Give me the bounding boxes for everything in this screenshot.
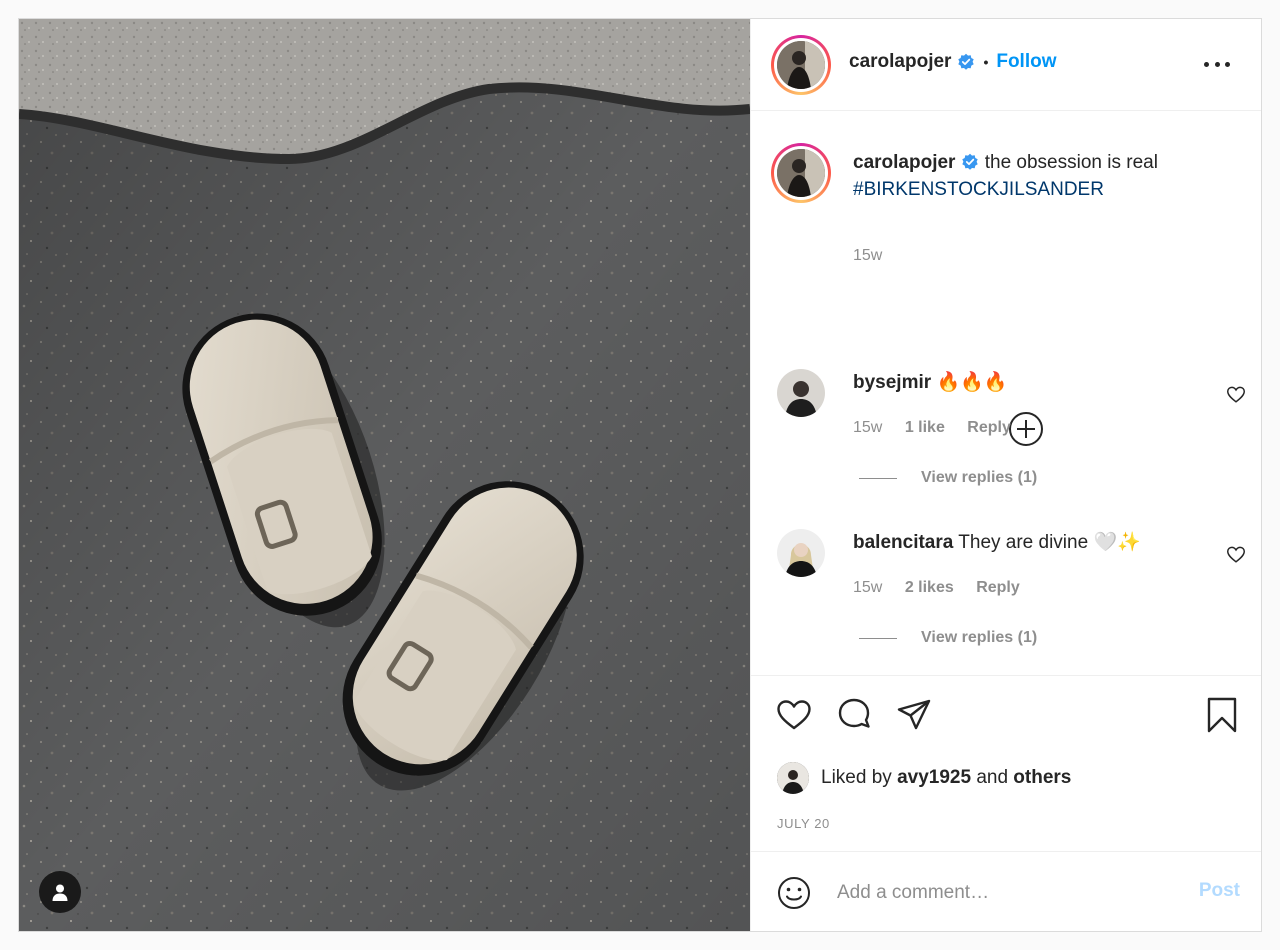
liker-avatar-image <box>777 762 809 794</box>
post-actions: Liked by avy1925 and others JULY 20 <box>751 675 1261 851</box>
post-card: carolapojer • Follow carolapojer the obs… <box>18 18 1262 932</box>
comment-meta: 15w 1 like Reply <box>853 419 1029 437</box>
add-comment-bar: Post <box>751 851 1261 931</box>
follow-button[interactable]: Follow <box>996 51 1056 73</box>
liker-avatar[interactable] <box>777 762 809 794</box>
caption-timestamp[interactable]: 15w <box>853 247 882 265</box>
post-comment-button[interactable]: Post <box>1199 880 1240 902</box>
caption-avatar[interactable] <box>771 143 831 203</box>
caption-text: carolapojer the obsession is real #BIRKE… <box>853 149 1243 203</box>
liked-by-prefix: Liked by <box>821 767 892 788</box>
user-tag-icon <box>52 884 68 901</box>
reply-button[interactable]: Reply <box>976 579 1020 596</box>
commenter-avatar[interactable] <box>777 529 825 577</box>
separator-dot: • <box>983 54 989 70</box>
caption-body: the obsession is real <box>984 152 1158 173</box>
user-tag-button[interactable] <box>39 871 81 913</box>
comment-icon[interactable] <box>835 696 873 734</box>
post-photo[interactable] <box>19 19 750 931</box>
comment-username[interactable]: balencitara <box>853 532 953 553</box>
liked-by: Liked by avy1925 and others <box>777 762 1071 794</box>
post-header: carolapojer • Follow <box>751 19 1261 111</box>
share-icon[interactable] <box>895 696 933 734</box>
comment-username[interactable]: bysejmir <box>853 372 931 393</box>
author-avatar-image <box>777 41 825 89</box>
view-replies-label: View replies (1) <box>921 469 1038 486</box>
verified-badge-icon <box>962 153 979 170</box>
liked-by-conjunction: and <box>976 767 1009 788</box>
liked-by-user[interactable]: avy1925 <box>897 767 971 789</box>
comment-body: 🔥🔥🔥 <box>936 372 1008 393</box>
replies-divider <box>859 637 897 639</box>
more-options-icon[interactable] <box>1204 55 1230 73</box>
view-replies-label: View replies (1) <box>921 629 1038 646</box>
author-avatar[interactable] <box>771 35 831 95</box>
view-replies-button[interactable]: View replies (1) <box>859 629 1037 647</box>
comment-timestamp[interactable]: 15w <box>853 419 882 436</box>
comment-heart-icon[interactable] <box>1225 543 1247 565</box>
commenter-avatar[interactable] <box>777 369 825 417</box>
bookmark-icon[interactable] <box>1203 696 1241 734</box>
comment-text: bysejmir 🔥🔥🔥 <box>853 371 1213 395</box>
comment-input[interactable] <box>837 876 1167 910</box>
caption-hashtag[interactable]: #BIRKENSTOCKJILSANDER <box>853 179 1104 200</box>
heart-icon[interactable] <box>775 696 813 734</box>
commenter-avatar-image <box>777 529 825 577</box>
comment-likes[interactable]: 2 likes <box>905 579 954 596</box>
caption-username[interactable]: carolapojer <box>853 152 955 173</box>
comment-timestamp[interactable]: 15w <box>853 579 882 596</box>
emoji-icon[interactable] <box>775 874 813 912</box>
comment-meta: 15w 2 likes Reply <box>853 579 1038 597</box>
replies-divider <box>859 477 897 479</box>
reply-button[interactable]: Reply <box>967 419 1011 436</box>
liked-by-others[interactable]: others <box>1013 767 1071 789</box>
comment-heart-icon[interactable] <box>1225 383 1247 405</box>
author-username[interactable]: carolapojer <box>849 51 951 73</box>
post-sidebar: carolapojer • Follow carolapojer the obs… <box>750 19 1261 931</box>
comment-likes[interactable]: 1 like <box>905 419 945 436</box>
commenter-avatar-image <box>777 369 825 417</box>
caption-avatar-image <box>777 149 825 197</box>
post-date[interactable]: JULY 20 <box>777 816 830 831</box>
verified-badge-icon <box>958 53 975 70</box>
post-photo-image <box>19 19 750 931</box>
comment-body: They are divine 🤍✨ <box>958 532 1141 553</box>
comment-text: balencitara They are divine 🤍✨ <box>853 531 1213 555</box>
view-replies-button[interactable]: View replies (1) <box>859 469 1037 487</box>
